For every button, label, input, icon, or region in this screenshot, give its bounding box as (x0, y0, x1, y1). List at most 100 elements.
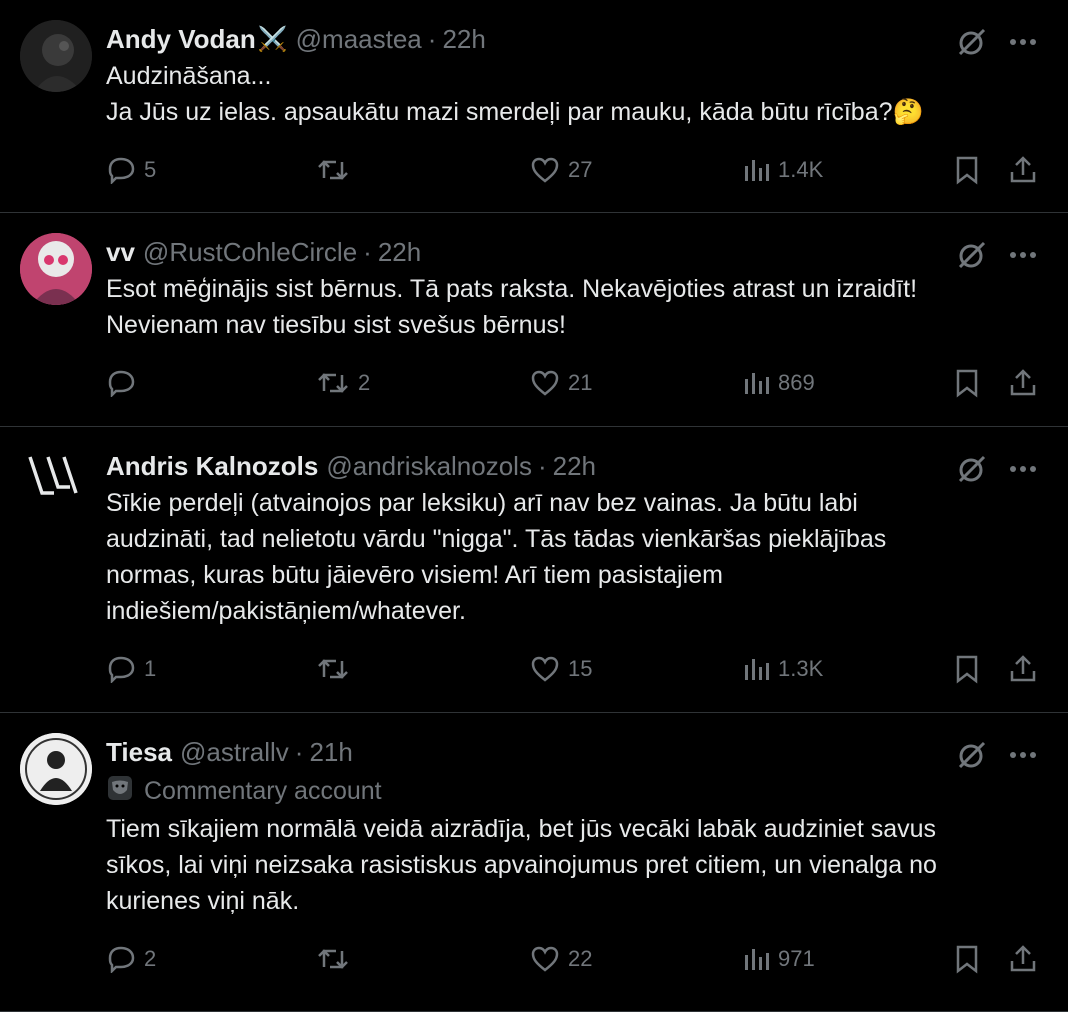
heart-icon (530, 369, 560, 397)
reply-icon (106, 945, 136, 973)
display-name[interactable]: Tiesa (106, 737, 172, 768)
reply-button[interactable] (106, 369, 144, 397)
theater-mask-icon (106, 774, 134, 809)
retweet-count: 2 (358, 370, 371, 395)
separator-dot: · (363, 236, 372, 267)
tweet-text: Tiem sīkajiem normālā veidā aizrādīja, b… (106, 815, 937, 915)
views-button[interactable]: 1.4K (742, 156, 823, 184)
tweet-top-actions (956, 26, 1036, 58)
avatar[interactable] (20, 20, 92, 92)
reply-icon (106, 655, 136, 683)
reply-count: 2 (144, 946, 157, 971)
share-button[interactable] (1009, 654, 1037, 684)
grok-icon[interactable] (956, 26, 988, 58)
views-button[interactable]: 1.3K (742, 655, 823, 683)
timestamp[interactable]: 22h (553, 451, 596, 482)
separator-dot: · (427, 23, 437, 54)
separator-dot: · (537, 450, 547, 481)
views-count: 971 (778, 946, 815, 971)
retweet-icon (316, 945, 350, 973)
retweet-icon (316, 369, 350, 397)
more-icon[interactable] (1010, 38, 1036, 46)
user-handle[interactable]: @andriskalnozols (326, 451, 532, 482)
account-label[interactable]: Commentary account (106, 771, 1036, 811)
share-icon (1009, 368, 1037, 398)
heart-icon (530, 655, 560, 683)
grok-icon[interactable] (956, 739, 988, 771)
display-name[interactable]: Andy Vodan (106, 24, 256, 55)
bookmark-button[interactable] (954, 155, 980, 185)
retweet-icon (316, 655, 350, 683)
views-button[interactable]: 971 (742, 945, 815, 973)
timestamp[interactable]: 22h (442, 24, 485, 55)
more-icon[interactable] (1010, 751, 1036, 759)
reply-icon (106, 156, 136, 184)
like-button[interactable]: 21 (530, 369, 592, 397)
tweet-text: Audzināšana... Ja Jūs uz ielas. apsaukāt… (106, 62, 924, 126)
share-icon (1009, 944, 1037, 974)
tweet-header: vv @RustCohleCircle · 22h (106, 233, 1036, 271)
reply-button[interactable]: 5 (106, 156, 156, 184)
views-count: 1.3K (778, 656, 824, 681)
bookmark-icon (954, 368, 980, 398)
more-icon[interactable] (1010, 251, 1036, 259)
bookmark-icon (954, 944, 980, 974)
like-count: 21 (568, 370, 593, 395)
reply-button[interactable]: 2 (106, 945, 156, 973)
bookmark-button[interactable] (954, 944, 980, 974)
retweet-button[interactable]: 2 (316, 369, 370, 397)
crossed-swords-icon: ⚔️ (257, 25, 288, 53)
tweet-top-actions (956, 739, 1036, 771)
tweet-actions: 1 15 1.3K (106, 647, 1036, 691)
user-handle[interactable]: @maastea (296, 24, 422, 55)
display-name[interactable]: Andris Kalnozols (106, 451, 318, 482)
account-label-text: Commentary account (144, 776, 382, 805)
avatar[interactable] (20, 447, 92, 519)
bookmark-icon (954, 155, 980, 185)
views-button[interactable]: 869 (742, 369, 815, 397)
retweet-button[interactable] (316, 655, 358, 683)
tweet-text: Esot mēģinājis sist bērnus. Tā pats raks… (106, 275, 918, 339)
tweet-top-actions (956, 239, 1036, 271)
like-button[interactable]: 22 (530, 945, 592, 973)
timestamp[interactable]: 22h (378, 237, 421, 268)
reply-count: 1 (144, 656, 157, 681)
views-icon (742, 945, 770, 973)
bookmark-button[interactable] (954, 654, 980, 684)
display-name[interactable]: vv (106, 237, 135, 268)
tweet[interactable]: Tiesa @astrallv · 21h Commentary account… (0, 713, 1068, 1012)
more-icon[interactable] (1010, 465, 1036, 473)
views-count: 1.4K (778, 157, 824, 182)
like-button[interactable]: 27 (530, 156, 592, 184)
tweet[interactable]: Andy Vodan ⚔️ @maastea · 22h Audzināšana… (0, 0, 1068, 213)
avatar[interactable] (20, 233, 92, 305)
like-count: 15 (568, 656, 593, 681)
avatar[interactable] (20, 733, 92, 805)
grok-icon[interactable] (956, 453, 988, 485)
user-handle[interactable]: @RustCohleCircle (143, 237, 357, 268)
tweet-text: Sīkie perdeļi (atvainojos par leksiku) a… (106, 489, 887, 625)
share-button[interactable] (1009, 155, 1037, 185)
separator-dot: · (294, 736, 304, 767)
tweet-actions: 2 22 971 (106, 937, 1036, 981)
tweet[interactable]: vv @RustCohleCircle · 22h Esot mēģinājis… (0, 213, 1068, 427)
heart-icon (530, 945, 560, 973)
timestamp[interactable]: 21h (309, 737, 352, 768)
user-handle[interactable]: @astrallv (180, 737, 289, 768)
bookmark-button[interactable] (954, 368, 980, 398)
retweet-icon (316, 156, 350, 184)
tweet-header: Andy Vodan ⚔️ @maastea · 22h (106, 20, 1036, 58)
like-button[interactable]: 15 (530, 655, 592, 683)
reply-icon (106, 369, 136, 397)
grok-icon[interactable] (956, 239, 988, 271)
tweet[interactable]: Andris Kalnozols @andriskalnozols · 22h … (0, 427, 1068, 713)
tweet-header: Tiesa @astrallv · 21h (106, 733, 1036, 771)
share-button[interactable] (1009, 368, 1037, 398)
share-button[interactable] (1009, 944, 1037, 974)
retweet-button[interactable] (316, 156, 358, 184)
like-count: 27 (568, 157, 593, 182)
views-icon (742, 655, 770, 683)
retweet-button[interactable] (316, 945, 358, 973)
reply-count: 5 (144, 157, 157, 182)
reply-button[interactable]: 1 (106, 655, 156, 683)
